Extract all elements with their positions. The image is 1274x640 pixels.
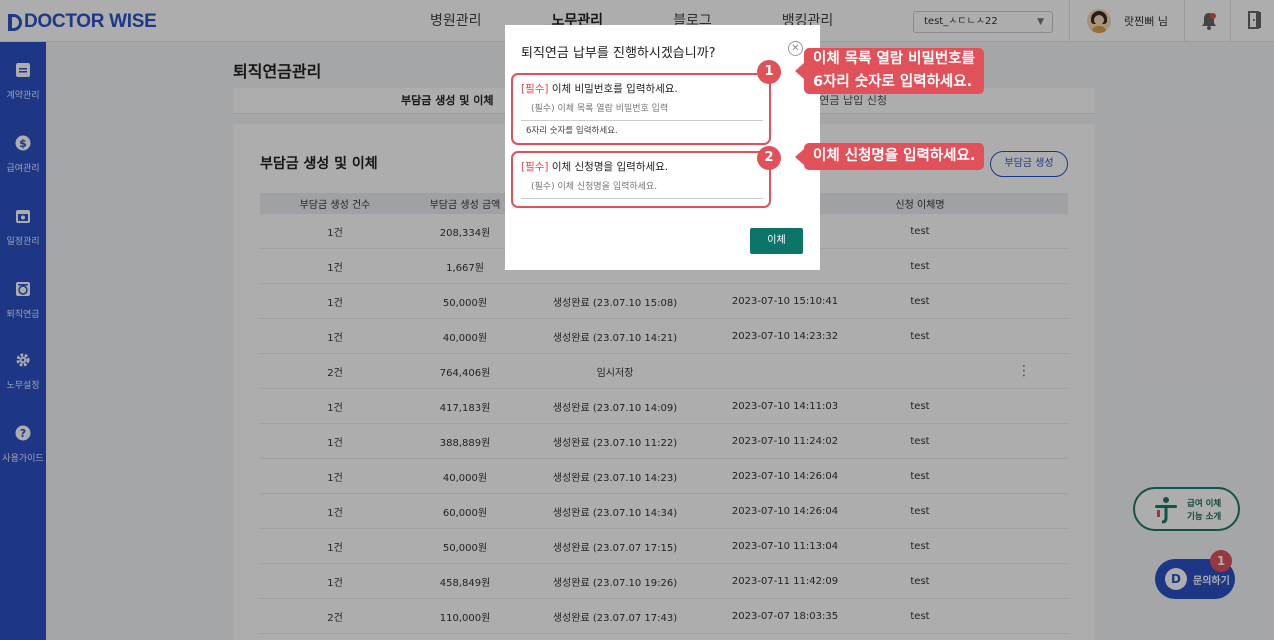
step-badge-1: 1 bbox=[757, 60, 781, 84]
close-icon[interactable]: ✕ bbox=[788, 41, 803, 56]
annotation-callout-1: 이체 목록 열람 비밀번호를 6자리 숫자로 입력하세요. bbox=[795, 48, 984, 94]
step-badge-2: 2 bbox=[757, 146, 781, 170]
transfer-submit-button[interactable]: 이체 bbox=[750, 228, 803, 254]
modal-title: 퇴직연금 납부를 진행하시겠습니까? bbox=[521, 46, 716, 61]
highlight-password-field bbox=[511, 73, 771, 145]
highlight-applicant-field bbox=[511, 151, 771, 208]
annotation-callout-2: 이체 신청명을 입력하세요. bbox=[794, 143, 985, 170]
